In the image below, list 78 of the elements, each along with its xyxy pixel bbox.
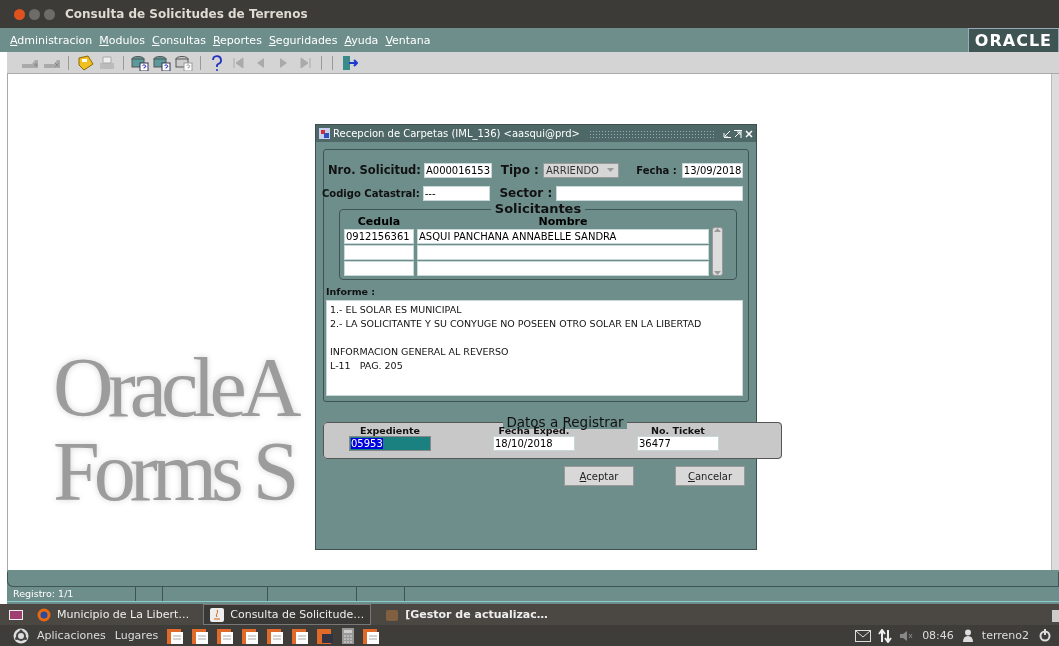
package-icon: [385, 607, 400, 622]
execute-query-icon[interactable]: [153, 54, 171, 71]
input-field[interactable]: ---: [422, 185, 491, 201]
menu-item[interactable]: Modulos: [99, 33, 145, 47]
input-field[interactable]: 13/09/2018: [681, 162, 743, 178]
dialog-title: Recepcion de Carpetas (IML_136) <aasqui@prd>: [333, 128, 580, 139]
scrollbar[interactable]: [1051, 74, 1059, 570]
folder-icon[interactable]: [291, 626, 310, 645]
table-cell[interactable]: [344, 245, 414, 260]
maximize-icon[interactable]: [734, 129, 742, 138]
input-field[interactable]: 36477: [637, 436, 719, 451]
form-icon: [319, 128, 330, 139]
field-label: Codigo Catastral:: [322, 187, 420, 199]
browser-icon: [37, 607, 51, 622]
table-cell[interactable]: [344, 261, 414, 276]
calculator-icon[interactable]: [341, 626, 356, 645]
field-label: Fecha :: [636, 164, 677, 176]
user-name[interactable]: terreno2: [981, 629, 1029, 642]
network-icon[interactable]: [878, 628, 893, 643]
input-field[interactable]: 05953: [349, 436, 431, 451]
folder-icon[interactable]: [266, 626, 285, 645]
menu-item[interactable]: Administracion: [10, 33, 93, 47]
menu-item[interactable]: Reportes: [212, 33, 262, 47]
field-label: Tipo :: [500, 163, 539, 177]
column-header: Cedula: [356, 215, 402, 228]
close-icon[interactable]: [14, 8, 25, 20]
input-field[interactable]: A000016153: [423, 162, 492, 178]
folder-icon[interactable]: [216, 626, 235, 645]
minimize-icon[interactable]: [723, 129, 731, 138]
java-icon: [210, 607, 225, 622]
menu-item[interactable]: Ventana: [385, 33, 431, 47]
taskbar-item[interactable]: [Gestor de actualizac…: [379, 605, 554, 624]
dialog-button[interactable]: Cancelar: [675, 466, 745, 486]
ubuntu-logo-icon[interactable]: [13, 627, 29, 644]
status-text: Registro: 1/1: [7, 587, 136, 601]
folder-icon[interactable]: [191, 626, 210, 645]
panel-menu[interactable]: Aplicaciones: [37, 629, 106, 642]
photos-icon[interactable]: [316, 626, 335, 645]
user-icon: [962, 629, 973, 642]
field-label: Informe :: [326, 286, 377, 297]
exit-icon[interactable]: [340, 54, 358, 71]
caret-icon: [607, 168, 615, 172]
brand-logo: ORACLE: [967, 27, 1059, 53]
folder-icon[interactable]: [362, 626, 381, 645]
query-icon[interactable]: [131, 54, 149, 71]
menu-item[interactable]: Ayuda: [344, 33, 379, 47]
input-field[interactable]: [556, 185, 743, 201]
background-logo-text: Forms S: [53, 430, 294, 514]
dialog-button[interactable]: Aceptar: [564, 466, 634, 486]
window-title: Consulta de Solicitudes de Terrenos: [65, 7, 308, 21]
background-logo-text: OracleA: [53, 346, 296, 430]
table-cell[interactable]: ASQUI PANCHANA ANNABELLE SANDRA: [417, 229, 709, 244]
panel-menu[interactable]: Lugares: [114, 629, 159, 642]
trash-icon[interactable]: [1051, 607, 1059, 622]
frame-title: Solicitantes: [493, 203, 583, 215]
field-label: No. Ticket: [651, 425, 705, 436]
menu-item[interactable]: Seguridades: [268, 33, 338, 47]
volume-icon[interactable]: [899, 629, 914, 642]
table-cell[interactable]: [417, 245, 709, 260]
clock[interactable]: 08:46: [922, 629, 954, 642]
folder-icon[interactable]: [166, 626, 185, 645]
table-cell[interactable]: 0912156361: [344, 229, 414, 244]
floppy-icon[interactable]: [76, 54, 94, 71]
taskbar-item[interactable]: Municipio de La Libert…: [31, 605, 196, 624]
mail-icon[interactable]: [855, 629, 872, 642]
menu-item[interactable]: Consultas: [151, 33, 206, 47]
column-header: Nombre: [537, 215, 589, 228]
field-label: Nro. Solicitud:: [328, 163, 421, 177]
text-area[interactable]: 1.- EL SOLAR ES MUNICIPAL 2.- LA SOLICITANTE Y SU CONYUGE NO POSEEN OTRO SOLAR EN LA LIBERTAD INFORMACION GENERAL AL REVERSO L-11 PAG. 205: [326, 300, 743, 396]
folder-icon[interactable]: [241, 626, 260, 645]
field-label: Sector :: [499, 186, 553, 200]
table-cell[interactable]: [417, 261, 709, 276]
taskbar-item[interactable]: Consulta de Solicitude…: [203, 604, 372, 625]
desktop-icon[interactable]: [9, 609, 23, 620]
power-icon[interactable]: [1038, 628, 1052, 643]
close-icon[interactable]: [745, 129, 753, 138]
field-label: Expediente: [359, 425, 421, 436]
input-field[interactable]: 18/10/2018: [493, 436, 575, 451]
